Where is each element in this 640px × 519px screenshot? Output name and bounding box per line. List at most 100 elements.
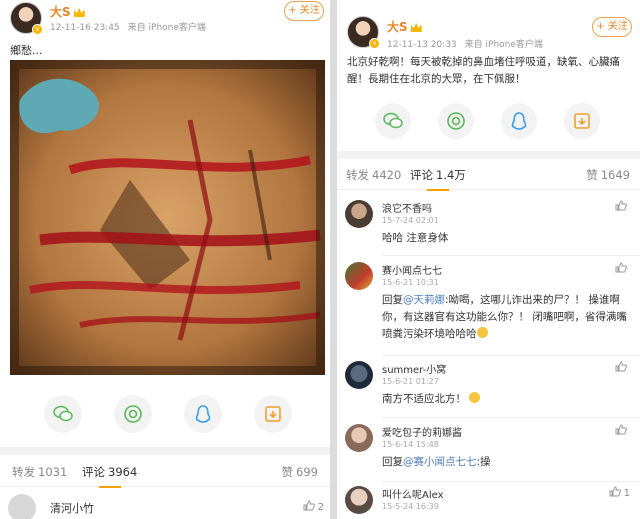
- share-moments-button[interactable]: [114, 395, 152, 433]
- comment-item: 赛小闻点七七 15-6-21 10:31 回复@天莉娜:呦喝，这哪儿诈出来的尸？…: [337, 262, 640, 352]
- share-moments-button[interactable]: [438, 103, 474, 139]
- comment-avatar[interactable]: [8, 494, 36, 519]
- comment-divider: [382, 417, 640, 418]
- section-divider: [337, 151, 640, 159]
- comment-like-button[interactable]: 2: [303, 500, 324, 513]
- comment-avatar[interactable]: [345, 361, 373, 389]
- tab-comments[interactable]: 评论 1.4万: [410, 167, 466, 191]
- shy-emoji-icon: [469, 392, 481, 403]
- thumb-up-icon: [609, 486, 621, 497]
- comment-author[interactable]: summer-小窝: [382, 361, 446, 376]
- comment-avatar[interactable]: [345, 200, 373, 228]
- comment-item: 爱吃包子的莉娜酱 15-6-14 15:48 回复@赛小闻点七七:操: [337, 424, 640, 478]
- tab-likes[interactable]: 赞 699: [282, 464, 318, 480]
- follow-button[interactable]: + 关注: [284, 1, 324, 21]
- comment-time: 15-7-24 02:01: [382, 216, 439, 225]
- tab-comments[interactable]: 评论 3964: [82, 464, 137, 488]
- save-image-icon: [574, 113, 590, 129]
- comment-avatar[interactable]: [345, 262, 373, 290]
- laugh-emoji-icon: [476, 327, 488, 338]
- moments-icon: [447, 112, 465, 130]
- comment-item: 清河小竹 2: [0, 494, 330, 519]
- save-image-button[interactable]: [564, 103, 600, 139]
- verified-badge-icon: v: [32, 24, 43, 35]
- comment-like-button[interactable]: [615, 200, 630, 213]
- timestamp: 12-11-13 20:33: [387, 40, 457, 50]
- moments-icon: [124, 405, 142, 423]
- comment-author[interactable]: 爱吃包子的莉娜酱: [382, 424, 462, 439]
- follow-button[interactable]: + 关注: [592, 17, 632, 37]
- save-image-button[interactable]: [254, 395, 292, 433]
- post-tabs: 转发 4420 评论 1.4万 赞 1649: [337, 160, 640, 191]
- wechat-icon: [53, 405, 73, 422]
- share-wechat-button[interactable]: [375, 103, 411, 139]
- comment-time: 15-6-21 10:31: [382, 278, 439, 287]
- comment-avatar[interactable]: [345, 424, 373, 452]
- share-wechat-button[interactable]: [44, 395, 82, 433]
- comment-time: 15-5-24 16:39: [382, 502, 439, 511]
- comment-body: :操: [476, 456, 491, 468]
- post-text: 北京好乾啊！每天被乾掉的鼻血堵住呼吸道，缺氧、心臟痛醒！長期住在北京的大眾，在下…: [347, 56, 620, 85]
- comment-like-button[interactable]: [615, 424, 630, 437]
- comment-like-count: 1: [623, 488, 630, 499]
- verified-badge-icon: v: [369, 38, 380, 49]
- left-post-panel: v 大S 12-11-16 23:45 来自 iPhone客户端 + 关注 鄉愁.…: [0, 0, 330, 519]
- thumb-up-icon: [615, 200, 627, 211]
- source: 来自 iPhone客户端: [464, 40, 543, 50]
- comment-text: 南方不适应北方！: [382, 391, 628, 408]
- comment-item: summer-小窝 15-6-21 01:27 南方不适应北方！: [337, 361, 640, 413]
- post-meta: 12-11-13 20:33 来自 iPhone客户端: [387, 37, 543, 50]
- comment-like-count: 2: [317, 502, 324, 513]
- reply-prefix: 回复: [382, 294, 403, 306]
- comment-body: 南方不适应北方！: [382, 393, 466, 405]
- post-meta: 12-11-16 23:45 来自 iPhone客户端: [50, 20, 206, 33]
- thumb-up-icon: [615, 361, 627, 372]
- post-tabs: 转发 1031 评论 3964 赞 699: [0, 457, 330, 488]
- comment-divider: [382, 255, 640, 256]
- tab-likes[interactable]: 赞 1649: [586, 167, 630, 183]
- comment-item: 浪它不香吗 15-7-24 02:01 哈哈 注意身体: [337, 200, 640, 252]
- right-post-panel: v 大S 12-11-13 20:33 来自 iPhone客户端 + 关注 北京好…: [337, 0, 640, 519]
- comment-item: 叫什么呢Alex 15-5-24 16:39 1: [337, 486, 640, 519]
- comment-text: 回复@天莉娜:呦喝，这哪儿诈出来的尸？！ 操谁啊你，有这器官有这功能么你？！ 闭…: [382, 292, 628, 343]
- comment-avatar[interactable]: [345, 486, 373, 514]
- mention-link[interactable]: @天莉娜: [403, 294, 445, 306]
- username[interactable]: 大S: [387, 18, 422, 35]
- save-image-icon: [265, 406, 281, 422]
- comment-author[interactable]: 浪它不香吗: [382, 200, 432, 215]
- crown-icon: [73, 8, 85, 17]
- reply-prefix: 回复: [382, 456, 403, 468]
- post-text: 鄉愁...: [10, 44, 43, 57]
- crown-icon: [410, 23, 422, 32]
- comment-divider: [382, 481, 640, 482]
- share-qq-button[interactable]: [501, 103, 537, 139]
- section-divider: [0, 447, 330, 455]
- comment-author[interactable]: 叫什么呢Alex: [382, 486, 444, 501]
- post-header: v 大S 12-11-13 20:33 来自 iPhone客户端 + 关注: [337, 0, 640, 50]
- thumb-up-icon: [303, 500, 315, 511]
- comment-author[interactable]: 清河小竹: [50, 500, 94, 516]
- wechat-icon: [383, 112, 403, 129]
- post-header: v 大S 12-11-16 23:45 来自 iPhone客户端 + 关注: [0, 0, 330, 40]
- comment-time: 15-6-14 15:48: [382, 440, 439, 449]
- qq-icon: [195, 405, 211, 423]
- comment-divider: [382, 355, 640, 356]
- tab-repost[interactable]: 转发 1031: [12, 464, 67, 480]
- source: 来自 iPhone客户端: [127, 23, 206, 33]
- thumb-up-icon: [615, 424, 627, 435]
- tab-repost[interactable]: 转发 4420: [346, 167, 401, 183]
- comment-like-button[interactable]: [615, 262, 630, 275]
- post-image[interactable]: [10, 60, 325, 375]
- comment-like-button[interactable]: 1: [609, 486, 630, 499]
- comment-author[interactable]: 赛小闻点七七: [382, 262, 442, 277]
- share-qq-button[interactable]: [184, 395, 222, 433]
- mention-link[interactable]: @赛小闻点七七: [403, 456, 477, 468]
- comment-text: 哈哈 注意身体: [382, 232, 449, 244]
- qq-icon: [511, 112, 527, 130]
- comment-time: 15-6-21 01:27: [382, 377, 439, 386]
- timestamp: 12-11-16 23:45: [50, 23, 120, 33]
- comment-text: 回复@赛小闻点七七:操: [382, 454, 628, 471]
- comment-like-button[interactable]: [615, 361, 630, 374]
- grunge-painting-image: [10, 60, 325, 375]
- username[interactable]: 大S: [50, 3, 85, 20]
